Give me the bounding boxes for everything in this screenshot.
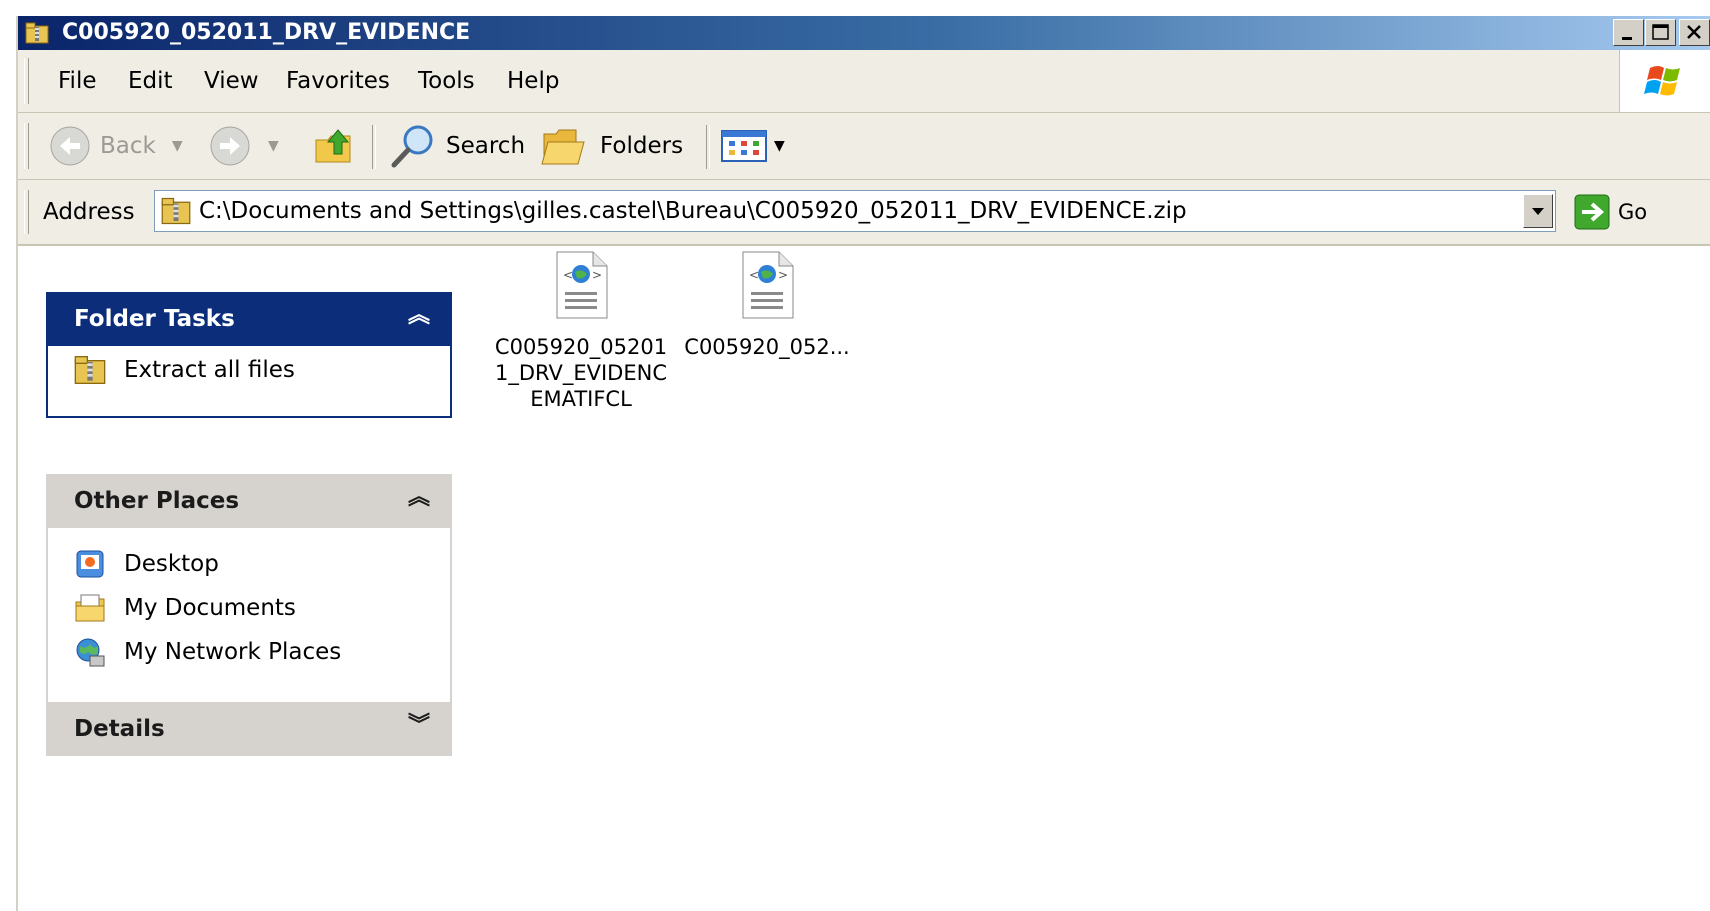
windows-flag-icon [1644,66,1680,96]
folders-button[interactable]: Folders [540,113,683,179]
search-label: Search [446,133,526,159]
file-name-line: EMATIFCL [530,387,632,411]
folder-tasks-panel: Folder Tasks ︽ Extract all files [46,292,452,418]
place-desktop[interactable]: Desktop [74,548,219,580]
go-arrow-icon [1574,194,1610,230]
standard-toolbar: Back ▼ ▼ Search Folders ▼ [18,113,1710,180]
other-places-panel: Other Places ︽ Desktop My Documents My N… [46,474,452,710]
explorer-window: C005920_052011_DRV_EVIDENCE File Edit Vi… [16,16,1710,911]
views-icon [721,130,767,162]
windows-logo [1619,50,1710,112]
search-icon [391,125,433,168]
up-button[interactable] [312,113,356,179]
details-header[interactable]: Details ︾ [46,702,452,756]
details-panel: Details ︾ [46,702,452,756]
toolbar-separator [372,125,376,169]
html-document-icon: < > [556,251,608,319]
menu-help[interactable]: Help [507,65,559,97]
details-title: Details [74,716,165,742]
forward-dropdown-arrow-icon[interactable]: ▼ [268,138,279,154]
place-label: My Network Places [124,639,342,665]
place-label: My Documents [124,595,296,621]
search-button[interactable]: Search [388,113,525,179]
menu-bar: File Edit View Favorites Tools Help [18,50,1710,113]
svg-text:<: < [563,268,573,282]
back-dropdown-arrow-icon[interactable]: ▼ [172,138,183,154]
menu-edit[interactable]: Edit [128,65,173,97]
folder-tasks-title: Folder Tasks [74,306,235,332]
file-name-line: 1_DRV_EVIDENC [495,361,667,385]
file-item[interactable]: < > C005920_05201 1_DRV_EVIDENC EMATIFCL [486,250,676,412]
window-title: C005920_052011_DRV_EVIDENCE [62,20,471,45]
expand-chevron-icon[interactable]: ︾ [408,710,430,742]
folders-label: Folders [600,133,684,159]
menu-grip[interactable] [24,58,29,104]
task-label: Extract all files [124,357,295,383]
address-label: Address [43,199,135,225]
folders-icon [541,129,585,165]
menu-tools[interactable]: Tools [418,65,475,97]
task-extract-all-files[interactable]: Extract all files [74,354,295,386]
menu-file[interactable]: File [58,65,97,97]
other-places-header[interactable]: Other Places ︽ [46,474,452,528]
address-bar: Address C:\Documents and Settings\gilles… [18,180,1710,246]
folder-tasks-body: Extract all files [46,346,452,418]
network-places-icon [76,638,105,667]
go-label: Go [1618,200,1648,224]
place-label: Desktop [124,551,219,577]
collapse-chevron-icon[interactable]: ︽ [408,300,430,332]
desktop-icon [76,550,104,578]
forward-button[interactable]: ▼ [208,113,279,179]
back-button[interactable]: Back ▼ [48,113,183,179]
zip-folder-icon [25,22,49,44]
menu-favorites[interactable]: Favorites [286,65,390,97]
svg-text:>: > [778,268,788,282]
file-item[interactable]: < > C005920_052... [672,250,862,360]
minimize-button[interactable] [1613,19,1644,46]
other-places-title: Other Places [74,488,240,514]
back-label: Back [100,133,156,159]
my-documents-icon [75,594,105,622]
address-path: C:\Documents and Settings\gilles.castel\… [199,198,1187,224]
chevron-down-icon [1532,208,1544,215]
toolbar-grip[interactable] [24,123,29,169]
views-dropdown-arrow-icon[interactable]: ▼ [774,138,785,154]
zip-folder-icon [74,356,106,384]
zip-folder-icon [161,197,191,225]
minimize-icon [1622,37,1632,40]
close-button[interactable] [1679,19,1710,46]
place-my-network-places[interactable]: My Network Places [74,636,341,668]
svg-text:<: < [749,268,759,282]
collapse-chevron-icon[interactable]: ︽ [408,482,430,514]
address-dropdown-button[interactable] [1523,194,1553,228]
views-button[interactable]: ▼ [720,113,785,179]
menu-view[interactable]: View [204,65,259,97]
file-name-line: C005920_052... [684,335,850,359]
svg-text:>: > [592,268,602,282]
title-bar[interactable]: C005920_052011_DRV_EVIDENCE [18,16,1710,50]
folder-up-icon [315,129,351,163]
toolbar-separator [706,125,710,169]
back-arrow-icon [50,126,90,166]
place-my-documents[interactable]: My Documents [74,592,296,624]
html-document-icon: < > [742,251,794,319]
file-name-line: C005920_05201 [494,335,668,359]
folder-tasks-header[interactable]: Folder Tasks ︽ [46,292,452,346]
address-grip[interactable] [24,190,29,234]
maximize-button[interactable] [1645,19,1676,46]
close-icon [1687,25,1701,39]
address-input[interactable]: C:\Documents and Settings\gilles.castel\… [154,190,1556,232]
other-places-body: Desktop My Documents My Network Places [46,528,452,710]
maximize-icon [1652,24,1669,40]
go-button[interactable]: Go [1574,192,1647,232]
forward-arrow-icon [210,126,250,166]
